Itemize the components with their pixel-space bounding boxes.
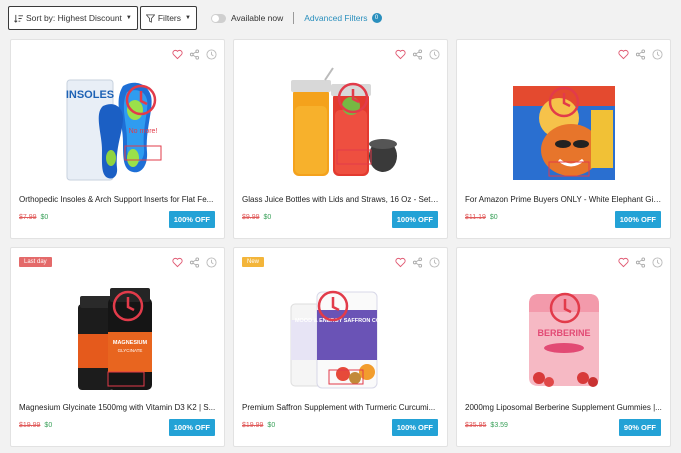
product-card[interactable]: Last day MAGNESIUM GLYCINATE Magnesium G… <box>10 247 225 447</box>
discount-button[interactable]: 100% OFF <box>391 419 438 436</box>
heart-icon[interactable] <box>171 48 183 60</box>
heart-icon[interactable] <box>171 256 183 268</box>
product-title[interactable]: Orthopedic Insoles & Arch Support Insert… <box>19 195 216 204</box>
share-icon[interactable] <box>188 256 200 268</box>
available-now-label: Available now <box>230 13 284 23</box>
discount-button[interactable]: 100% OFF <box>614 211 661 228</box>
price-group: $19.99 $0 <box>242 422 275 429</box>
clock-icon[interactable] <box>651 48 663 60</box>
product-card[interactable]: New MOOD & ENERGY SAFFRON COMPLEX Premiu… <box>233 247 448 447</box>
discount-button[interactable]: 100% OFF <box>168 419 215 436</box>
sort-label: Sort by: Highest Discount <box>26 13 122 23</box>
svg-text:INSOLES: INSOLES <box>65 89 113 101</box>
filter-icon <box>145 13 155 23</box>
price-group: $11.19 $0 <box>465 214 498 221</box>
card-actions <box>394 256 440 268</box>
image-overlay-text: No more! <box>128 128 157 135</box>
original-price: $19.99 <box>19 422 41 429</box>
discount-button[interactable]: 100% OFF <box>391 211 438 228</box>
deal-price: $0 <box>263 214 272 221</box>
new-badge: New <box>242 257 265 267</box>
deal-price: $3.59 <box>490 422 508 429</box>
sort-icon <box>14 14 23 23</box>
deal-price: $0 <box>489 214 498 221</box>
toolbar: Sort by: Highest Discount ▼ Filters ▼ Av… <box>8 6 382 30</box>
product-title[interactable]: Premium Saffron Supplement with Turmeric… <box>242 403 439 412</box>
clock-icon[interactable] <box>428 48 440 60</box>
card-actions <box>617 48 663 60</box>
last-day-badge: Last day <box>19 257 52 267</box>
product-title[interactable]: Glass Juice Bottles with Lids and Straws… <box>242 195 439 204</box>
product-image[interactable] <box>457 62 670 190</box>
original-price: $11.19 <box>465 214 486 221</box>
card-actions <box>394 48 440 60</box>
svg-text:GLYCINATE: GLYCINATE <box>117 348 142 353</box>
product-image[interactable]: INSOLES No more! <box>11 62 224 190</box>
discount-button[interactable]: 100% OFF <box>168 211 215 228</box>
product-card[interactable]: INSOLES No more! Orthopedic Insoles & Ar… <box>10 39 225 239</box>
product-title[interactable]: 2000mg Liposomal Berberine Supplement Gu… <box>465 403 662 412</box>
product-title[interactable]: Magnesium Glycinate 1500mg with Vitamin … <box>19 403 216 412</box>
sort-dropdown[interactable]: Sort by: Highest Discount ▼ <box>8 6 138 30</box>
available-now-toggle[interactable] <box>210 13 226 23</box>
card-actions <box>171 48 217 60</box>
svg-text:MAGNESIUM: MAGNESIUM <box>112 340 147 346</box>
card-actions <box>617 256 663 268</box>
product-title[interactable]: For Amazon Prime Buyers ONLY - White Ele… <box>465 195 662 204</box>
share-icon[interactable] <box>634 48 646 60</box>
product-image[interactable] <box>234 62 447 190</box>
chevron-down-icon: ▼ <box>185 15 191 21</box>
toolbar-divider <box>293 12 295 24</box>
clock-icon[interactable] <box>428 256 440 268</box>
clock-icon[interactable] <box>205 48 217 60</box>
label-text: BERBERINE <box>537 328 590 338</box>
share-icon[interactable] <box>411 256 423 268</box>
price-group: $9.99 $0 <box>242 214 271 221</box>
price-group: $7.99 $0 <box>19 214 48 221</box>
clock-icon[interactable] <box>651 256 663 268</box>
share-icon[interactable] <box>411 48 423 60</box>
share-icon[interactable] <box>634 256 646 268</box>
filters-label: Filters <box>157 13 181 23</box>
heart-icon[interactable] <box>617 48 629 60</box>
clock-icon[interactable] <box>205 256 217 268</box>
product-image[interactable]: BERBERINE <box>457 270 670 398</box>
filters-button[interactable]: Filters ▼ <box>139 6 197 30</box>
original-price: $7.99 <box>19 214 37 221</box>
original-price: $35.95 <box>465 422 487 429</box>
heart-icon[interactable] <box>394 48 406 60</box>
share-icon[interactable] <box>188 48 200 60</box>
deal-price: $0 <box>267 422 276 429</box>
deal-price: $0 <box>40 214 49 221</box>
label-text: MOOD & ENERGY SAFFRON COMPLEX <box>294 318 398 324</box>
available-now-toggle-group: Available now <box>210 13 284 23</box>
card-actions <box>171 256 217 268</box>
price-group: $35.95 $3.59 <box>465 422 508 429</box>
advanced-filters-label: Advanced Filters <box>304 13 368 23</box>
heart-icon[interactable] <box>394 256 406 268</box>
original-price: $19.99 <box>242 422 264 429</box>
heart-icon[interactable] <box>617 256 629 268</box>
product-image[interactable]: MOOD & ENERGY SAFFRON COMPLEX <box>234 270 447 398</box>
product-card[interactable]: For Amazon Prime Buyers ONLY - White Ele… <box>456 39 671 239</box>
deal-price: $0 <box>44 422 53 429</box>
price-group: $19.99 $0 <box>19 422 52 429</box>
discount-button[interactable]: 90% OFF <box>618 419 661 436</box>
product-image[interactable]: MAGNESIUM GLYCINATE <box>11 270 224 398</box>
advanced-filters-count-badge: 0 <box>371 13 382 23</box>
advanced-filters-link[interactable]: Advanced Filters 0 <box>304 13 382 23</box>
product-card[interactable]: BERBERINE 2000mg Liposomal Berberine Sup… <box>456 247 671 447</box>
original-price: $9.99 <box>242 214 260 221</box>
product-card[interactable]: Glass Juice Bottles with Lids and Straws… <box>233 39 448 239</box>
chevron-down-icon: ▼ <box>125 15 132 21</box>
